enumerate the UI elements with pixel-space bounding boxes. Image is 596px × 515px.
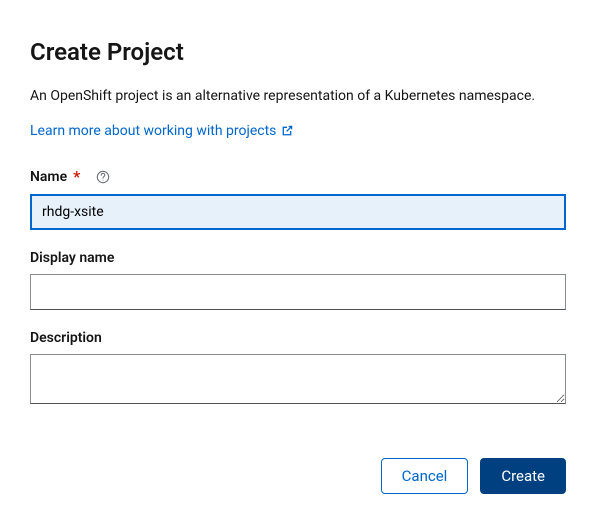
required-indicator: *	[73, 167, 80, 186]
help-icon[interactable]	[96, 170, 110, 184]
display-name-field-group: Display name	[30, 250, 566, 310]
cancel-button[interactable]: Cancel	[381, 458, 469, 494]
page-title: Create Project	[30, 38, 566, 66]
create-button[interactable]: Create	[480, 458, 566, 494]
display-name-input[interactable]	[30, 274, 566, 310]
external-link-icon	[280, 124, 294, 138]
page-description: An OpenShift project is an alternative r…	[30, 88, 566, 104]
button-row: Cancel Create	[30, 458, 566, 494]
name-field-group: Name *	[30, 167, 566, 230]
description-label: Description	[30, 330, 102, 346]
description-field-group: Description	[30, 330, 566, 408]
name-input[interactable]	[30, 194, 566, 230]
learn-more-link[interactable]: Learn more about working with projects	[30, 123, 294, 139]
display-name-label: Display name	[30, 250, 114, 266]
description-input[interactable]	[30, 354, 566, 404]
learn-more-text: Learn more about working with projects	[30, 123, 276, 139]
name-label: Name	[30, 169, 67, 185]
